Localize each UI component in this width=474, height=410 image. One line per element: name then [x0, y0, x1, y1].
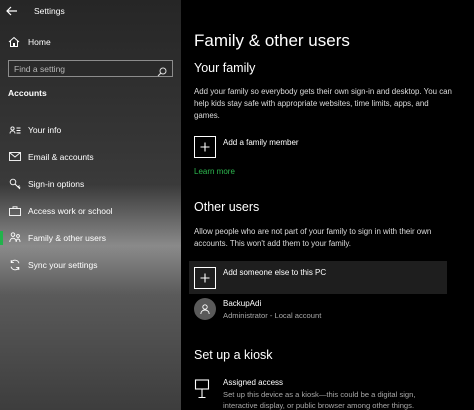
plus-icon	[194, 136, 216, 158]
sidebar-item-your-info[interactable]: Your info	[0, 116, 181, 143]
search-placeholder: Find a setting	[14, 63, 66, 74]
sidebar-item-label: Email & accounts	[28, 151, 94, 162]
search-icon[interactable]	[157, 64, 167, 76]
sidebar-section-accounts: Accounts	[8, 88, 47, 98]
mail-icon	[9, 151, 21, 163]
search-input[interactable]: Find a setting	[8, 60, 173, 77]
sidebar-item-label: Access work or school	[28, 205, 113, 216]
kiosk-icon	[194, 379, 214, 399]
sidebar-item-label: Your info	[28, 124, 62, 135]
sync-icon	[9, 259, 21, 271]
other-users-heading: Other users	[194, 200, 260, 214]
sidebar-item-label: Sync your settings	[28, 259, 98, 270]
kiosk-heading: Set up a kiosk	[194, 348, 273, 362]
your-family-heading: Your family	[194, 61, 256, 75]
your-family-description: Add your family so everybody gets their …	[194, 87, 452, 120]
add-someone-else-label: Add someone else to this PC	[223, 268, 327, 277]
home-icon	[7, 35, 21, 49]
briefcase-icon	[9, 205, 21, 217]
title-bar: Settings	[0, 0, 181, 22]
family-icon	[9, 232, 21, 244]
learn-more-link[interactable]: Learn more	[194, 167, 235, 176]
sidebar-item-label: Family & other users	[28, 232, 106, 243]
window-title: Settings	[34, 6, 65, 16]
sidebar-item-email-accounts[interactable]: Email & accounts	[0, 143, 181, 170]
plus-icon	[194, 266, 216, 289]
avatar	[194, 298, 216, 320]
sidebar-nav: Your info Email & accounts Sign-in optio…	[0, 116, 181, 278]
main-content: Family & other users Your family Add you…	[181, 0, 474, 410]
sidebar-item-sync-settings[interactable]: Sync your settings	[0, 251, 181, 278]
contact-card-icon	[9, 124, 21, 136]
add-family-member-button[interactable]: Add a family member	[194, 136, 299, 158]
assigned-access-label: Assigned access	[223, 378, 284, 387]
active-indicator	[0, 231, 3, 245]
add-someone-else-button[interactable]: Add someone else to this PC	[189, 261, 447, 294]
key-icon	[9, 178, 21, 190]
user-name: BackupAdi	[223, 298, 262, 308]
other-users-description: Allow people who are not part of your fa…	[194, 227, 432, 248]
user-account-type: Administrator - Local account	[223, 310, 322, 320]
back-arrow-icon[interactable]	[6, 3, 26, 19]
add-family-member-label: Add a family member	[223, 137, 299, 147]
person-icon	[200, 304, 210, 315]
home-label: Home	[28, 37, 51, 47]
user-account-item[interactable]: BackupAdi Administrator - Local account	[194, 298, 321, 320]
assigned-access-description: Set up this device as a kiosk—this could…	[223, 389, 453, 410]
assigned-access-desc-line1: Set up this device as a kiosk—this could…	[223, 390, 416, 399]
sidebar-item-sign-in-options[interactable]: Sign-in options	[0, 170, 181, 197]
sidebar: Settings Home Find a setting Accounts Yo…	[0, 0, 181, 410]
sidebar-item-access-work-school[interactable]: Access work or school	[0, 197, 181, 224]
page-title: Family & other users	[194, 31, 350, 50]
sidebar-item-family-other-users[interactable]: Family & other users	[0, 224, 181, 251]
home-nav-item[interactable]: Home	[0, 32, 181, 52]
sidebar-item-label: Sign-in options	[28, 178, 85, 189]
assigned-access-item[interactable]: Assigned access Set up this device as a …	[194, 378, 453, 410]
assigned-access-desc-line2: interactive display, or public browser a…	[223, 401, 415, 410]
